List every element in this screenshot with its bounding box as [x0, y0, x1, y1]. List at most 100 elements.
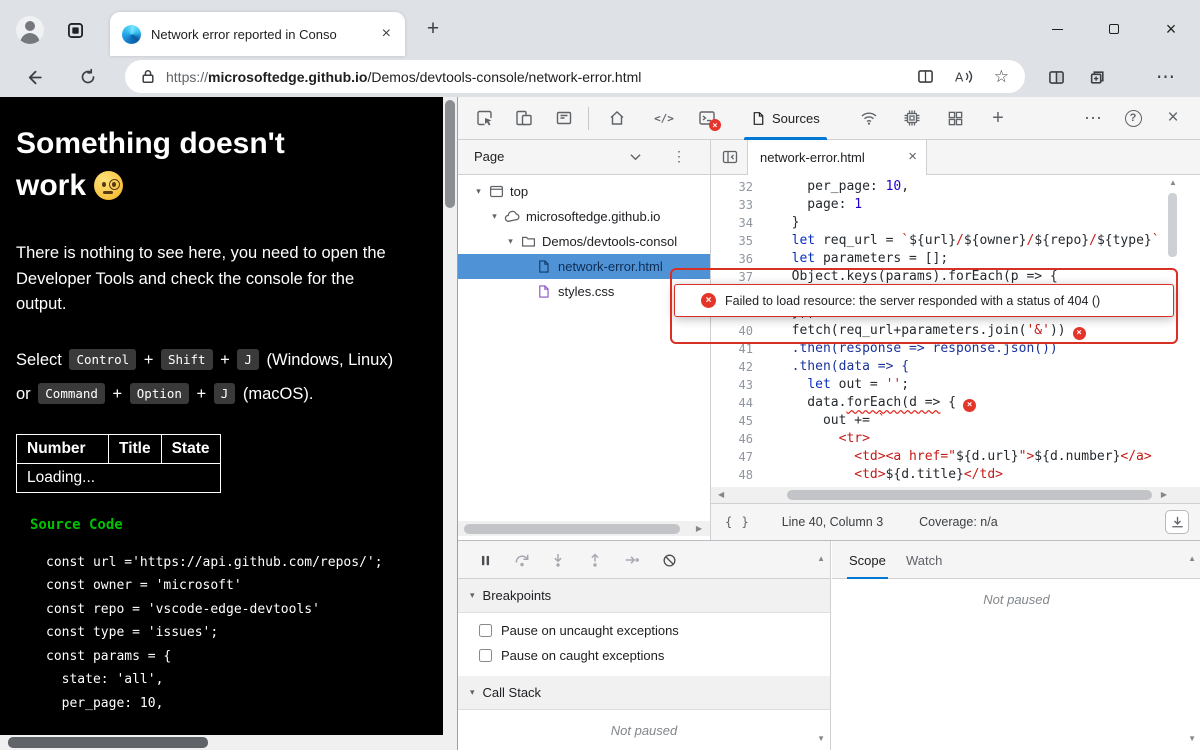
- read-aloud-icon[interactable]: A: [954, 69, 974, 85]
- editor-tab-close-icon[interactable]: ×: [908, 148, 917, 165]
- editor-horizontal-thumb[interactable]: [787, 490, 1152, 500]
- scroll-right-icon[interactable]: ▶: [696, 525, 702, 533]
- editor-gutter[interactable]: 3233343536373839404142434445464748: [711, 175, 766, 487]
- line-number-34[interactable]: 34: [711, 214, 753, 232]
- download-icon[interactable]: [1165, 510, 1189, 534]
- focus-page-icon[interactable]: [548, 102, 580, 134]
- tree-item-styles.css[interactable]: styles.css: [458, 279, 710, 304]
- pause-caught-checkbox[interactable]: [479, 649, 492, 662]
- scroll-right-icon[interactable]: ▶: [1161, 491, 1167, 499]
- page-vertical-thumb[interactable]: [445, 100, 455, 208]
- page-horizontal-scrollbar[interactable]: [0, 735, 457, 750]
- inline-error-icon[interactable]: ×: [963, 399, 976, 412]
- line-number-45[interactable]: 45: [711, 412, 753, 430]
- expand-arrow-icon[interactable]: ▾: [470, 186, 487, 197]
- line-number-48[interactable]: 48: [711, 466, 753, 484]
- browser-tab[interactable]: Network error reported in Conso ×: [110, 12, 405, 56]
- line-number-46[interactable]: 46: [711, 430, 753, 448]
- line-number-41[interactable]: 41: [711, 340, 753, 358]
- scroll-up-icon[interactable]: ▲: [1188, 555, 1196, 563]
- step-over-icon[interactable]: [506, 544, 538, 576]
- help-icon[interactable]: ?: [1117, 102, 1149, 134]
- step-icon[interactable]: [616, 544, 648, 576]
- editor-tab[interactable]: network-error.html ×: [747, 140, 927, 175]
- line-number-43[interactable]: 43: [711, 376, 753, 394]
- inline-error-icon[interactable]: ×: [1073, 327, 1086, 340]
- window-close-button[interactable]: ×: [1154, 14, 1188, 44]
- address-bar[interactable]: https://microsoftedge.github.io/Demos/de…: [125, 60, 1025, 93]
- toggle-navigator-icon[interactable]: [722, 149, 738, 165]
- step-into-icon[interactable]: [542, 544, 574, 576]
- lock-icon: [141, 69, 155, 84]
- scroll-up-icon[interactable]: ▲: [817, 555, 825, 563]
- navigator-page-tab[interactable]: Page: [474, 149, 504, 164]
- settings-menu-icon[interactable]: ⋯: [1154, 65, 1178, 89]
- more-tabs-button[interactable]: +: [982, 102, 1014, 134]
- expand-arrow-icon[interactable]: ▾: [486, 211, 503, 222]
- editor-vertical-thumb[interactable]: [1168, 193, 1177, 257]
- split-screen-icon[interactable]: [1044, 65, 1068, 89]
- tab-elements[interactable]: </>: [648, 102, 680, 134]
- line-number-35[interactable]: 35: [711, 232, 753, 250]
- pretty-print-icon[interactable]: { }: [725, 515, 750, 529]
- editor-code[interactable]: per_page: 10, page: 1 } let req_url = `$…: [766, 175, 1200, 487]
- pause-icon[interactable]: [469, 544, 501, 576]
- browser-window: Network error reported in Conso × + × ht…: [0, 0, 1200, 750]
- tab-close-icon[interactable]: ×: [380, 26, 393, 42]
- tree-item-top[interactable]: ▾top: [458, 179, 710, 204]
- tab-application[interactable]: [939, 102, 971, 134]
- scroll-up-icon[interactable]: ▲: [1169, 179, 1177, 187]
- devtools-close-icon[interactable]: ×: [1157, 102, 1189, 134]
- navigator-scroll-thumb[interactable]: [464, 524, 680, 534]
- line-number-32[interactable]: 32: [711, 178, 753, 196]
- tree-item-network-error.html[interactable]: network-error.html: [458, 254, 710, 279]
- tree-item-microsoftedge.github.io[interactable]: ▾microsoftedge.github.io: [458, 204, 710, 229]
- expand-arrow-icon[interactable]: ▾: [502, 236, 519, 247]
- tab-watch[interactable]: Watch: [904, 541, 944, 579]
- step-out-icon[interactable]: [579, 544, 611, 576]
- favorites-star-icon[interactable]: ☆: [994, 67, 1009, 87]
- pause-uncaught-checkbox[interactable]: [479, 624, 492, 637]
- back-icon[interactable]: [22, 65, 46, 89]
- page-horizontal-thumb[interactable]: [8, 737, 208, 748]
- line-number-40[interactable]: 40: [711, 322, 753, 340]
- tab-welcome[interactable]: [601, 102, 633, 134]
- chevron-down-icon[interactable]: [630, 153, 641, 161]
- tree-item-demos-devtools-consol[interactable]: ▾Demos/devtools-consol: [458, 229, 710, 254]
- pause-uncaught-row[interactable]: Pause on uncaught exceptions: [458, 623, 830, 638]
- immersive-reader-icon[interactable]: [917, 68, 934, 85]
- line-number-42[interactable]: 42: [711, 358, 753, 376]
- tab-console[interactable]: ×: [691, 102, 723, 134]
- pause-caught-row[interactable]: Pause on caught exceptions: [458, 648, 830, 663]
- scroll-down-icon[interactable]: ▼: [817, 735, 825, 743]
- editor-vertical-scrollbar[interactable]: ▲: [1166, 177, 1180, 483]
- line-number-33[interactable]: 33: [711, 196, 753, 214]
- deactivate-breakpoints-icon[interactable]: [653, 544, 685, 576]
- tab-scope[interactable]: Scope: [847, 541, 888, 579]
- scroll-down-icon[interactable]: ▼: [1188, 735, 1196, 743]
- scroll-left-icon[interactable]: ◀: [718, 491, 724, 499]
- line-number-44[interactable]: 44: [711, 394, 753, 412]
- maximize-button[interactable]: [1097, 14, 1131, 44]
- refresh-icon[interactable]: [76, 65, 100, 89]
- breakpoints-header[interactable]: ▾Breakpoints: [458, 579, 830, 613]
- tab-sources[interactable]: Sources: [740, 97, 831, 140]
- line-number-36[interactable]: 36: [711, 250, 753, 268]
- coverage-status: Coverage: n/a: [919, 515, 998, 529]
- navigator-menu-icon[interactable]: ⋮: [672, 148, 686, 165]
- navigator-scrollbar[interactable]: ▶: [458, 521, 710, 536]
- tab-performance[interactable]: [896, 102, 928, 134]
- device-emulation-icon[interactable]: [508, 102, 540, 134]
- call-stack-header[interactable]: ▾Call Stack: [458, 676, 830, 710]
- page-vertical-scrollbar[interactable]: [443, 97, 457, 735]
- line-number-47[interactable]: 47: [711, 448, 753, 466]
- devtools-more-icon[interactable]: ⋯: [1077, 102, 1109, 134]
- inspect-icon[interactable]: [469, 102, 501, 134]
- profile-avatar[interactable]: [16, 16, 44, 44]
- minimize-button[interactable]: [1040, 14, 1074, 44]
- editor-horizontal-scrollbar[interactable]: ◀▶: [711, 487, 1200, 503]
- collections-icon[interactable]: [1085, 65, 1109, 89]
- tab-network[interactable]: [853, 102, 885, 134]
- new-tab-button[interactable]: +: [420, 16, 446, 42]
- workspaces-icon[interactable]: [64, 19, 86, 41]
